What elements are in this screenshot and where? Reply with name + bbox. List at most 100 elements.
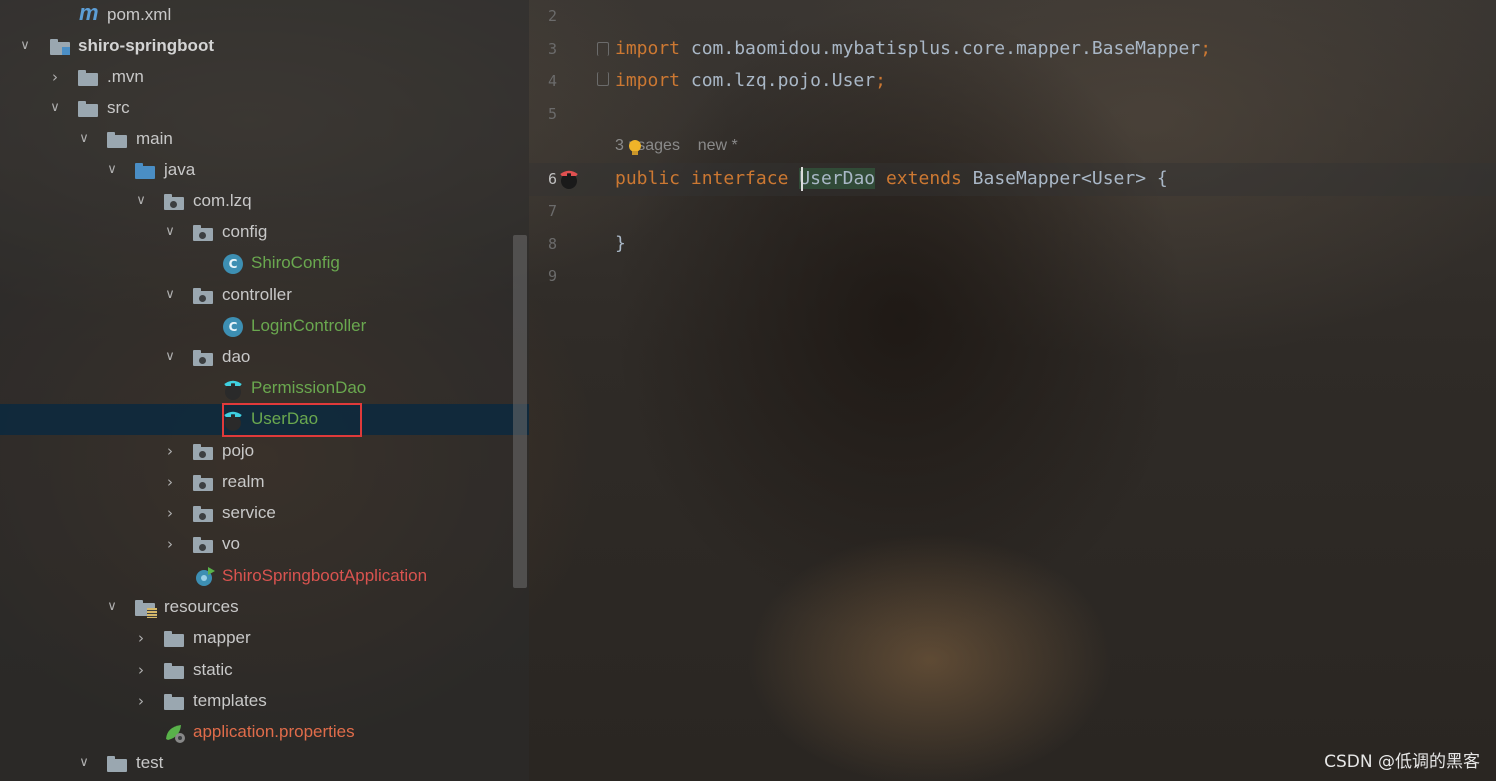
tree-item-label: controller [222, 285, 292, 304]
code-line-3[interactable]: import com.baomidou.mybatisplus.core.map… [615, 38, 1211, 59]
tree-item-application-properties[interactable]: application.properties [0, 717, 529, 748]
tree-item-mvn[interactable]: › .mvn [0, 62, 529, 93]
code-line-4[interactable]: import com.lzq.pojo.User; [615, 70, 886, 91]
tree-item-permissiondao[interactable]: PermissionDao [0, 373, 529, 404]
mybatis-mapper-icon [224, 380, 242, 400]
tree-item-label: realm [222, 472, 265, 491]
tree-item-templates[interactable]: › templates [0, 686, 529, 717]
tree-item-controller[interactable]: ∨ controller [0, 280, 529, 311]
tree-item-shirospringbootapplication[interactable]: ShiroSpringbootApplication [0, 561, 529, 592]
tree-item-test[interactable]: ∨ test [0, 748, 529, 779]
chevron-right-icon[interactable]: › [133, 630, 149, 646]
chevron-right-icon[interactable]: › [133, 693, 149, 709]
tree-item-label: PermissionDao [251, 378, 367, 397]
package-icon [193, 475, 213, 491]
chevron-down-icon[interactable]: ∨ [104, 162, 120, 178]
import-path: com.baomidou.mybatisplus.core.mapper.Bas… [680, 38, 1201, 59]
tree-item-config[interactable]: ∨ config [0, 217, 529, 248]
package-icon [193, 225, 213, 241]
closing-brace: } [615, 233, 626, 254]
chevron-right-icon[interactable]: › [162, 443, 178, 459]
keyword-import: import [615, 70, 681, 91]
tree-item-label: ShiroConfig [251, 253, 340, 272]
line-number: 5 [547, 105, 557, 123]
chevron-right-icon[interactable]: › [47, 69, 63, 85]
fold-start-icon[interactable] [597, 42, 609, 56]
mybatis-gutter-icon[interactable] [557, 168, 583, 190]
lightbulb-icon[interactable] [628, 139, 642, 157]
chevron-down-icon[interactable]: ∨ [76, 131, 92, 147]
folder-icon [107, 132, 127, 148]
tree-item-static[interactable]: › static [0, 655, 529, 686]
keyword-interface: interface [690, 168, 789, 189]
spring-boot-app-icon [196, 567, 215, 586]
keyword-extends: extends [885, 168, 962, 189]
tree-item-label: mapper [193, 628, 251, 647]
chevron-down-icon[interactable]: ∨ [17, 38, 33, 54]
folder-icon [107, 756, 127, 772]
semicolon: ; [875, 70, 886, 91]
tree-item-pojo[interactable]: › pojo [0, 436, 529, 467]
line-number: 8 [547, 235, 557, 253]
tree-item-src[interactable]: ∨ src [0, 93, 529, 124]
tree-item-label: .mvn [107, 67, 144, 86]
code-line-6[interactable]: public interface UserDao extends BaseMap… [615, 168, 1168, 189]
tree-item-service[interactable]: › service [0, 498, 529, 529]
chevron-right-icon[interactable]: › [162, 474, 178, 490]
chevron-down-icon[interactable]: ∨ [104, 599, 120, 615]
tree-item-label: application.properties [193, 722, 355, 741]
tree-item-label: vo [222, 534, 240, 553]
line-number: 4 [547, 72, 557, 90]
resources-marker-icon [147, 608, 157, 618]
chevron-down-icon[interactable]: ∨ [76, 755, 92, 771]
tree-item-label: src [107, 98, 130, 117]
code-line-8[interactable]: } [615, 233, 626, 254]
tree-item-vo[interactable]: › vo [0, 529, 529, 560]
tree-item-com-lzq[interactable]: ∨ com.lzq [0, 186, 529, 217]
tree-item-label: templates [193, 691, 267, 710]
tree-item-realm[interactable]: › realm [0, 467, 529, 498]
tree-item-label: static [193, 660, 233, 679]
package-icon [193, 288, 213, 304]
line-number: 3 [547, 40, 557, 58]
maven-icon: m [79, 0, 99, 25]
tree-item-label: shiro-springboot [78, 36, 214, 55]
chevron-down-icon[interactable]: ∨ [162, 287, 178, 303]
code-editor[interactable]: 2 3 4 5 6 7 8 9 import com.baomidou.myba… [529, 0, 1496, 781]
chevron-right-icon[interactable]: › [133, 662, 149, 678]
tree-item-main[interactable]: ∨ main [0, 124, 529, 155]
fold-end-icon[interactable] [597, 72, 609, 86]
usages-hint[interactable]: 3 usages [615, 137, 680, 154]
spring-properties-icon [166, 725, 185, 743]
chevron-right-icon[interactable]: › [162, 536, 178, 552]
project-tree-panel: m pom.xml ∨ shiro-springboot › .mvn ∨ sr… [0, 0, 529, 781]
tree-item-shiro-springboot[interactable]: ∨ shiro-springboot [0, 31, 529, 62]
selection-highlight-box [222, 403, 362, 437]
tree-item-label: java [164, 160, 196, 179]
tree-item-dao[interactable]: ∨ dao [0, 342, 529, 373]
tree-item-label: resources [164, 597, 239, 616]
tree-item-shiroconfig[interactable]: C ShiroConfig [0, 248, 529, 279]
module-marker-icon [62, 47, 70, 55]
keyword-import: import [615, 38, 681, 59]
author-hint[interactable]: new * [698, 137, 738, 154]
line-number: 7 [547, 202, 557, 220]
tree-scrollbar[interactable] [513, 235, 527, 588]
chevron-down-icon[interactable]: ∨ [133, 193, 149, 209]
package-icon [193, 537, 213, 553]
chevron-down-icon[interactable]: ∨ [162, 224, 178, 240]
class-name: UserDao [799, 168, 876, 189]
tree-item-label: config [222, 222, 268, 241]
tree-item-java[interactable]: ∨ java [0, 155, 529, 186]
tree-item-label: pom.xml [107, 5, 172, 24]
tree-item-label: service [222, 503, 276, 522]
chevron-down-icon[interactable]: ∨ [47, 100, 63, 116]
tree-item-label: com.lzq [193, 191, 252, 210]
tree-item-resources[interactable]: ∨ resources [0, 592, 529, 623]
class-icon: C [223, 254, 243, 274]
tree-item-pom-xml[interactable]: m pom.xml [0, 0, 529, 31]
tree-item-mapper[interactable]: › mapper [0, 623, 529, 654]
chevron-right-icon[interactable]: › [162, 505, 178, 521]
chevron-down-icon[interactable]: ∨ [162, 349, 178, 365]
tree-item-logincontroller[interactable]: C LoginController [0, 311, 529, 342]
